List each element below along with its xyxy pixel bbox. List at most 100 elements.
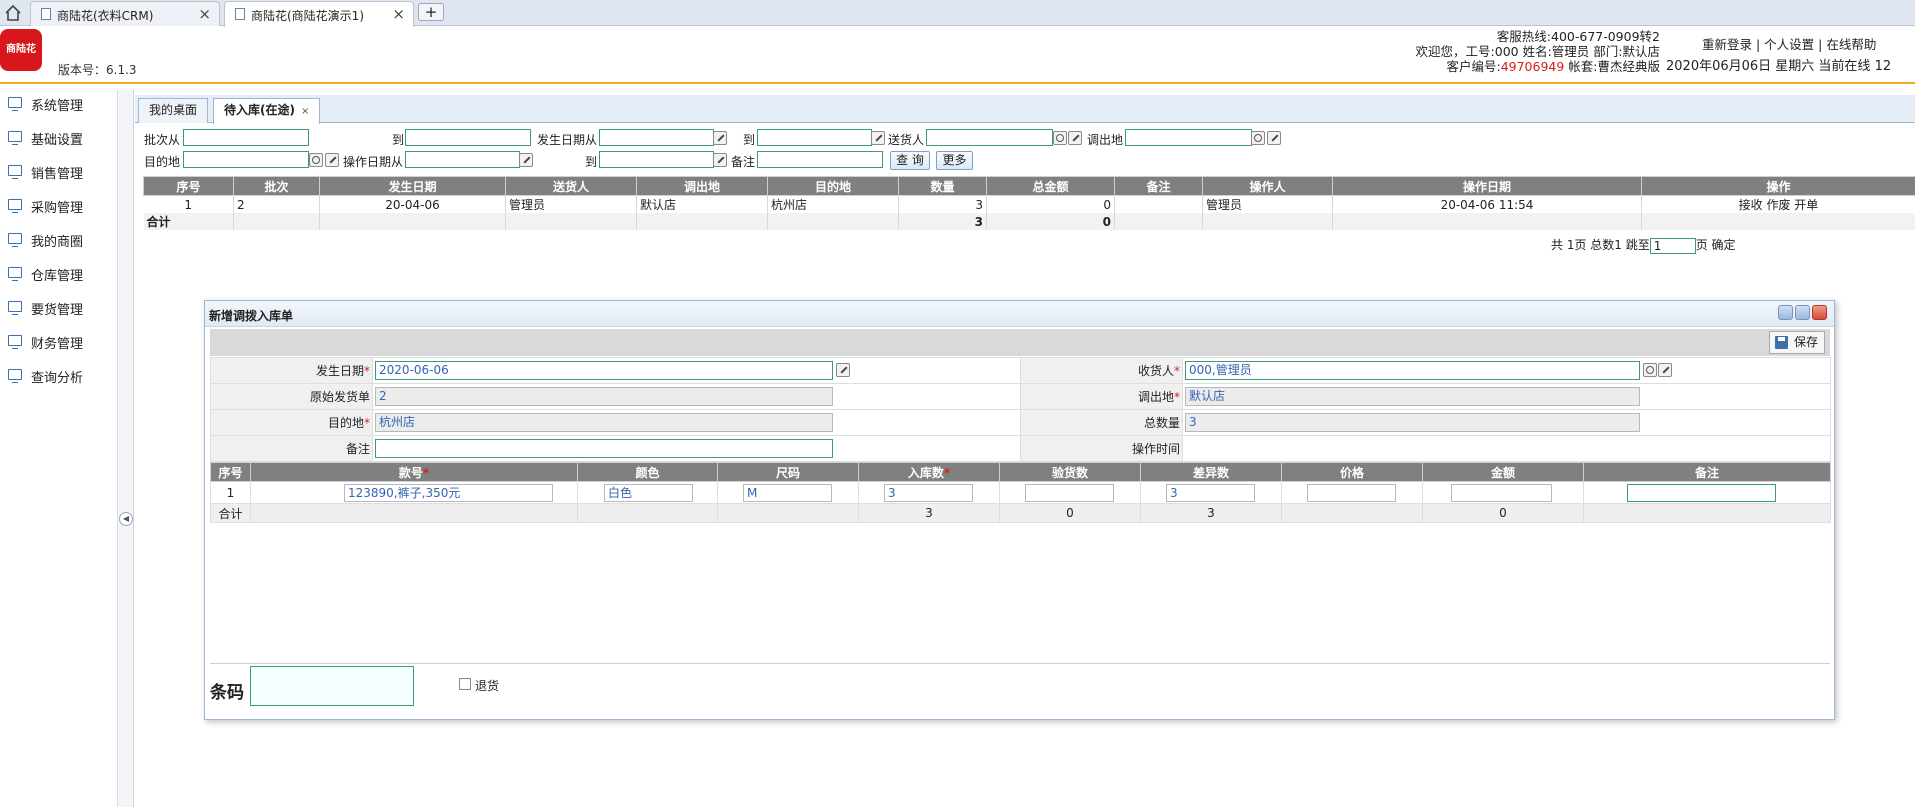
date-to-input[interactable] bbox=[757, 129, 872, 146]
date-field[interactable]: 2020-06-06 bbox=[375, 361, 833, 380]
detail-remark-input[interactable] bbox=[1627, 484, 1776, 502]
page-input[interactable]: 1 bbox=[1649, 237, 1696, 254]
maximize-icon[interactable] bbox=[1795, 305, 1810, 320]
header-datetime: 2020年06月06日 星期六 当前在线 12 bbox=[1666, 59, 1892, 74]
color-input[interactable]: 白色 bbox=[604, 484, 693, 502]
browser-tab-demo[interactable]: 商陆花(商陆花演示1) × bbox=[224, 1, 414, 27]
filter-label: 发生日期从 bbox=[537, 133, 598, 147]
close-icon[interactable] bbox=[1812, 305, 1827, 320]
column-header[interactable]: 发生日期 bbox=[319, 176, 506, 196]
column-header[interactable]: 数量 bbox=[898, 176, 987, 196]
in-qty-input[interactable]: 3 bbox=[884, 484, 973, 502]
edit-icon[interactable] bbox=[325, 153, 339, 167]
new-tab-button[interactable]: + bbox=[418, 3, 444, 21]
receiver-field[interactable]: 000,管理员 bbox=[1185, 361, 1640, 380]
column-header[interactable]: 操作日期 bbox=[1332, 176, 1642, 196]
sender-input[interactable] bbox=[926, 129, 1053, 146]
op-date-to-input[interactable] bbox=[599, 151, 714, 168]
column-header[interactable]: 送货人 bbox=[505, 176, 637, 196]
detail-grid: 序号 款号* 颜色 尺码 入库数* 验货数 差异数 价格 金额 备注 1 123… bbox=[210, 462, 1831, 523]
column-header[interactable]: 操作 bbox=[1641, 176, 1915, 196]
column-header: 金额 bbox=[1422, 462, 1584, 482]
dest-field: 杭州店 bbox=[375, 413, 833, 432]
date-picker-icon[interactable] bbox=[713, 131, 727, 145]
column-header[interactable]: 总金额 bbox=[986, 176, 1115, 196]
filter-label: 备注 bbox=[731, 155, 756, 169]
op-date-from-input[interactable] bbox=[405, 151, 520, 168]
column-header[interactable]: 目的地 bbox=[767, 176, 899, 196]
welcome-text: 欢迎您，工号:000 姓名:管理员 部门:默认店 bbox=[1415, 44, 1660, 59]
minimize-icon[interactable] bbox=[1778, 305, 1793, 320]
monitor-icon bbox=[8, 301, 22, 315]
edit-icon[interactable] bbox=[1068, 131, 1082, 145]
collapse-sidebar-icon[interactable]: ◀ bbox=[119, 512, 133, 526]
monitor-icon bbox=[8, 199, 22, 213]
column-header[interactable]: 备注 bbox=[1114, 176, 1203, 196]
edit-icon[interactable] bbox=[1658, 363, 1672, 377]
batch-to-input[interactable] bbox=[405, 129, 531, 146]
remark-field[interactable] bbox=[375, 439, 833, 458]
out-store-label: 调出地* bbox=[1020, 383, 1183, 410]
return-checkbox[interactable] bbox=[459, 678, 471, 690]
search-icon[interactable] bbox=[309, 153, 323, 167]
row-actions[interactable]: 接收 作废 开单 bbox=[1641, 195, 1915, 213]
column-header[interactable]: 批次 bbox=[233, 176, 320, 196]
date-picker-icon[interactable] bbox=[713, 153, 727, 167]
close-icon[interactable]: × bbox=[198, 5, 211, 23]
barcode-input[interactable] bbox=[250, 666, 414, 706]
monitor-icon bbox=[8, 335, 22, 349]
diff-input[interactable]: 3 bbox=[1166, 484, 1255, 502]
dialog-title: 新增调拨入库单 bbox=[209, 309, 294, 323]
column-header: 颜色 bbox=[577, 462, 718, 482]
dialog-titlebar[interactable]: 新增调拨入库单 bbox=[205, 301, 1834, 327]
sidebar: 系统管理 基础设置 销售管理 采购管理 我的商圈 仓库管理 要货管理 财务管理 … bbox=[0, 90, 118, 807]
column-header[interactable]: 调出地 bbox=[636, 176, 768, 196]
tab-pending-inbound[interactable]: 待入库(在途) × bbox=[213, 98, 321, 124]
price-input[interactable] bbox=[1307, 484, 1396, 502]
grid-header: 序号 批次 发生日期 送货人 调出地 目的地 数量 总金额 备注 操作人 操作日… bbox=[143, 176, 1915, 196]
more-button[interactable]: 更多 bbox=[936, 151, 973, 170]
batch-from-input[interactable] bbox=[183, 129, 309, 146]
pager-confirm[interactable]: 页 确定 bbox=[1696, 238, 1736, 252]
date-from-input[interactable] bbox=[599, 129, 714, 146]
barcode-label: 条码 bbox=[210, 683, 244, 703]
date-picker-icon[interactable] bbox=[836, 363, 850, 377]
search-icon[interactable] bbox=[1251, 131, 1265, 145]
customer-info: 客户编号:49706949 帐套:曹杰经典版 bbox=[1446, 59, 1660, 74]
column-header[interactable]: 序号 bbox=[143, 176, 234, 196]
column-header: 价格 bbox=[1281, 462, 1423, 482]
filter-label: 调出地 bbox=[1087, 133, 1124, 147]
dest-input[interactable] bbox=[183, 151, 309, 168]
search-icon[interactable] bbox=[1643, 363, 1657, 377]
header-links[interactable]: 重新登录 | 个人设置 | 在线帮助 bbox=[1702, 34, 1876, 53]
check-qty-input[interactable] bbox=[1025, 484, 1114, 502]
inbound-grid: 序号 批次 发生日期 送货人 调出地 目的地 数量 总金额 备注 操作人 操作日… bbox=[143, 176, 1915, 230]
return-label: 退货 bbox=[475, 679, 500, 693]
detail-sum-row: 合计 3 0 3 0 bbox=[210, 503, 1831, 523]
tab-my-desktop[interactable]: 我的桌面 bbox=[138, 98, 209, 123]
monitor-icon bbox=[8, 267, 22, 281]
orig-shipment-field: 2 bbox=[375, 387, 833, 406]
edit-icon[interactable] bbox=[1267, 131, 1281, 145]
column-header[interactable]: 操作人 bbox=[1202, 176, 1333, 196]
date-picker-icon[interactable] bbox=[519, 153, 533, 167]
dialog-toolbar: 保存 bbox=[210, 329, 1830, 356]
amount-input[interactable] bbox=[1451, 484, 1552, 502]
date-label: 发生日期* bbox=[210, 357, 373, 384]
close-tab-icon[interactable]: × bbox=[301, 106, 309, 117]
sidebar-splitter[interactable] bbox=[118, 90, 134, 807]
date-picker-icon[interactable] bbox=[871, 131, 885, 145]
column-header: 款号* bbox=[250, 462, 578, 482]
query-button[interactable]: 查 询 bbox=[890, 151, 930, 170]
browser-tab-crm[interactable]: 商陆花(衣料CRM) × bbox=[30, 1, 220, 26]
table-row[interactable]: 1 2 20-04-06 管理员 默认店 杭州店 3 0 管理员 20-04-0… bbox=[143, 195, 1915, 213]
close-icon[interactable]: × bbox=[392, 5, 405, 23]
search-icon[interactable] bbox=[1053, 131, 1067, 145]
out-store-input[interactable] bbox=[1125, 129, 1252, 146]
save-button[interactable]: 保存 bbox=[1768, 331, 1825, 354]
monitor-icon bbox=[8, 233, 22, 247]
size-input[interactable]: M bbox=[743, 484, 832, 502]
remark-filter-input[interactable] bbox=[757, 151, 883, 168]
home-icon[interactable] bbox=[3, 3, 23, 23]
sku-input[interactable]: 123890,裤子,350元 bbox=[344, 484, 553, 502]
